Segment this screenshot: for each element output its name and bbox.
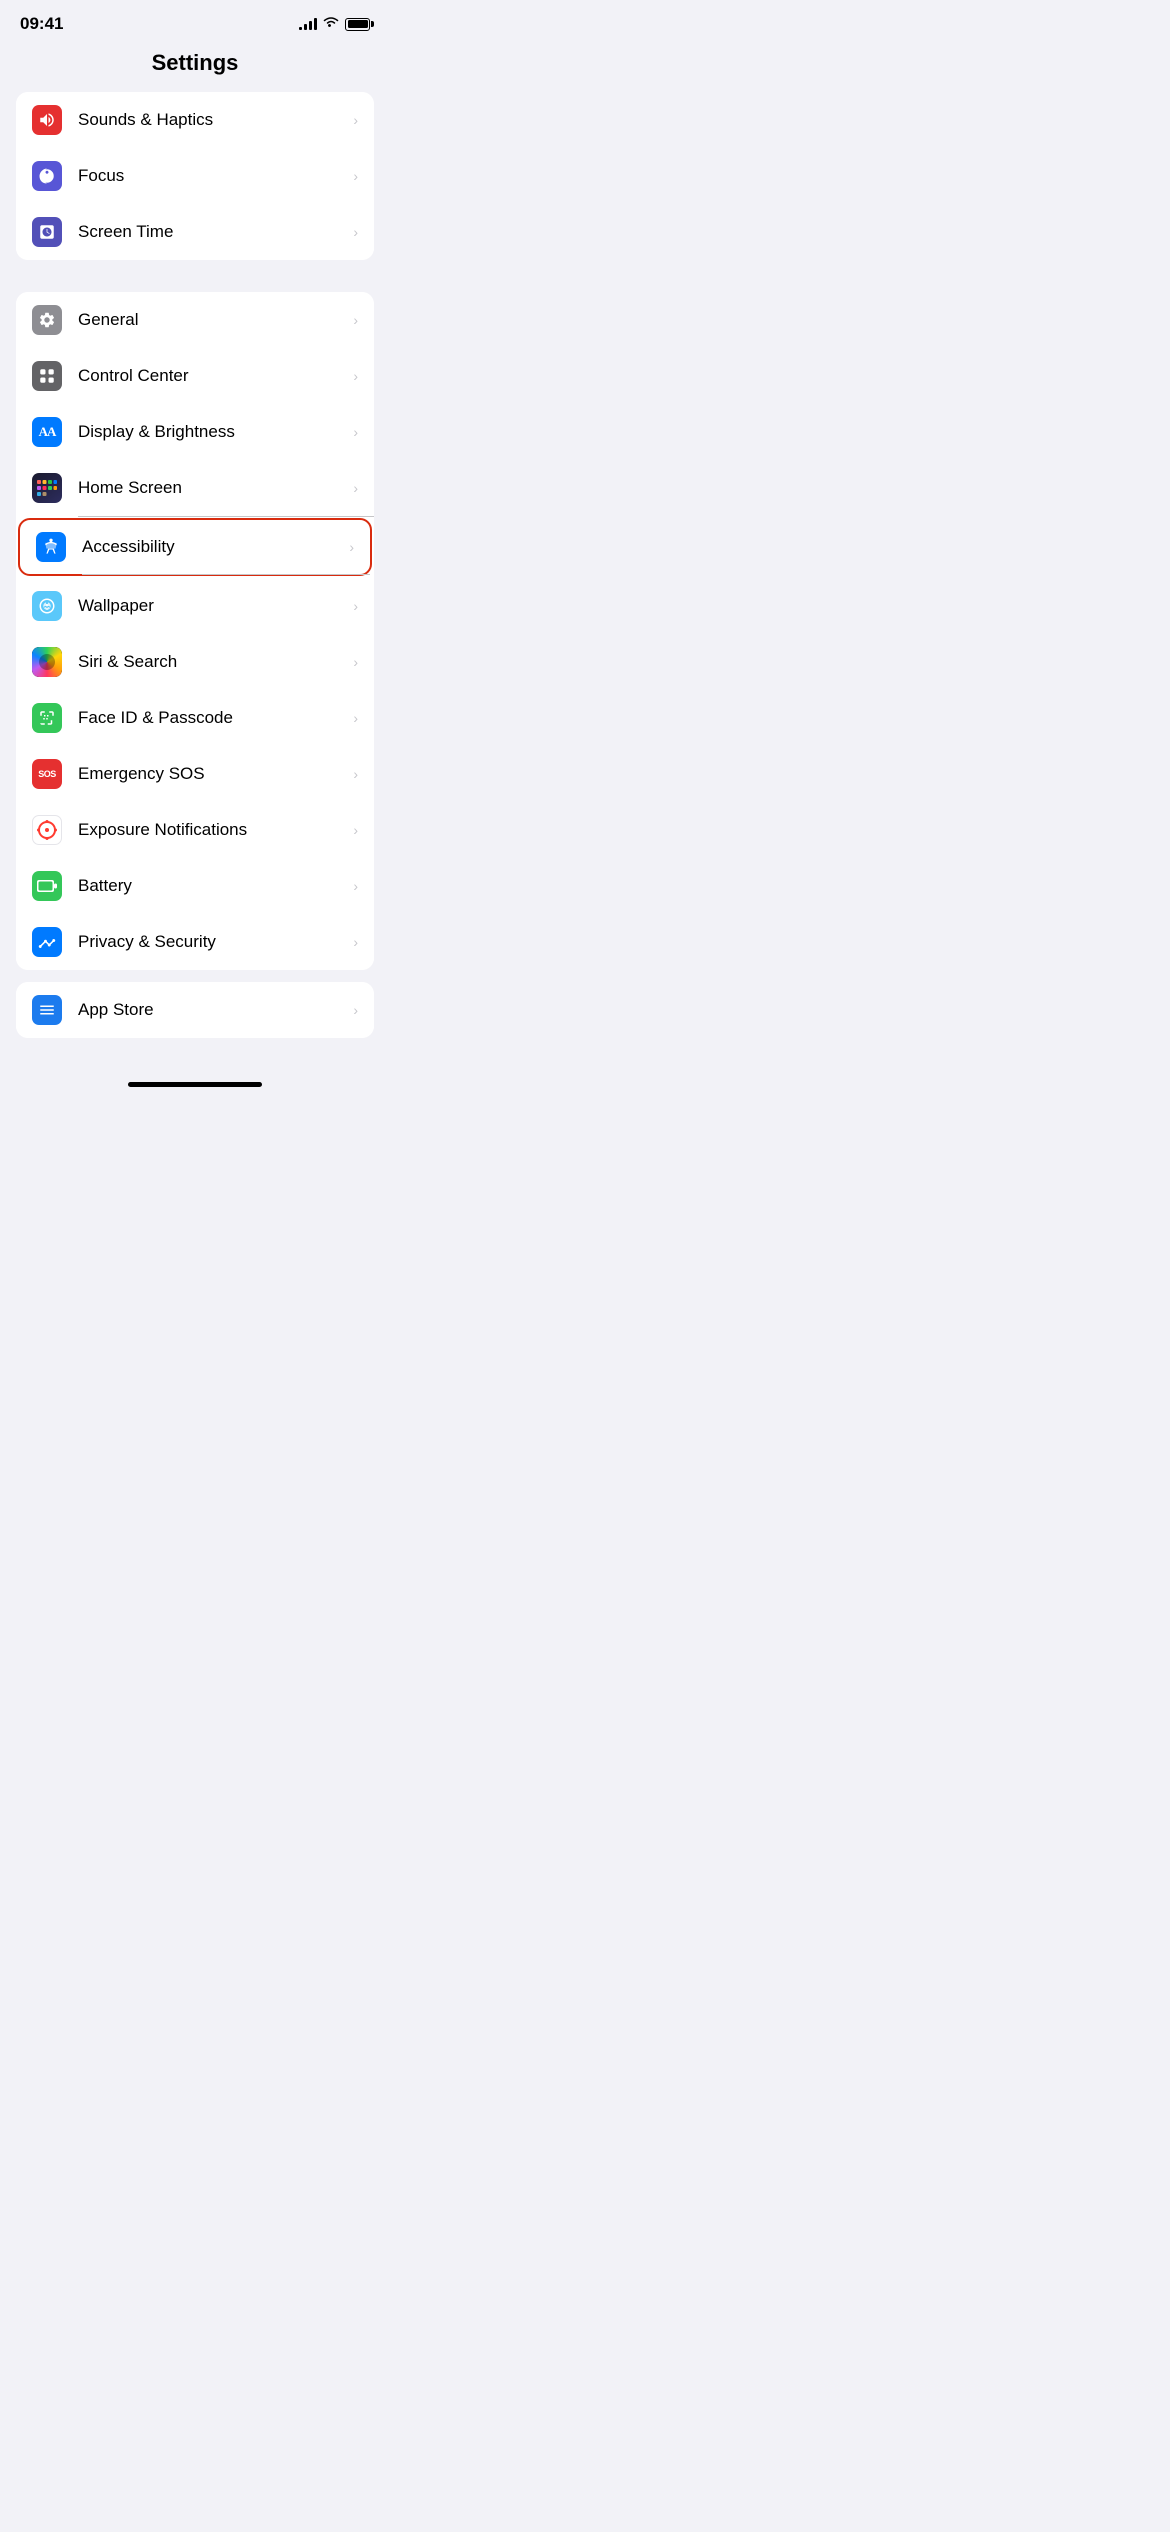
accessibility-label: Accessibility bbox=[82, 537, 349, 557]
face-id-label: Face ID & Passcode bbox=[78, 708, 353, 728]
accessibility-chevron: › bbox=[349, 539, 354, 555]
app-store-chevron: › bbox=[353, 1002, 358, 1018]
sounds-haptics-icon bbox=[32, 105, 62, 135]
wallpaper-chevron: › bbox=[353, 598, 358, 614]
home-screen-chevron: › bbox=[353, 480, 358, 496]
screen-time-icon bbox=[32, 217, 62, 247]
battery-label: Battery bbox=[78, 876, 353, 896]
wallpaper-label: Wallpaper bbox=[78, 596, 353, 616]
general-chevron: › bbox=[353, 312, 358, 328]
settings-row-screen-time[interactable]: Screen Time › bbox=[16, 204, 374, 260]
settings-row-app-store[interactable]: App Store › bbox=[16, 982, 374, 1038]
wifi-icon bbox=[323, 15, 339, 33]
status-bar: 09:41 bbox=[0, 0, 390, 42]
wallpaper-icon bbox=[32, 591, 62, 621]
siri-search-chevron: › bbox=[353, 654, 358, 670]
status-time: 09:41 bbox=[20, 14, 63, 34]
sounds-haptics-chevron: › bbox=[353, 112, 358, 128]
emergency-sos-label: Emergency SOS bbox=[78, 764, 353, 784]
settings-row-sounds-haptics[interactable]: Sounds & Haptics › bbox=[16, 92, 374, 148]
emergency-sos-icon: SOS bbox=[32, 759, 62, 789]
screen-time-chevron: › bbox=[353, 224, 358, 240]
home-bar-container bbox=[0, 1058, 390, 1112]
settings-group-1: Sounds & Haptics › Focus › Screen Time › bbox=[16, 92, 374, 260]
signal-icon bbox=[299, 18, 317, 30]
privacy-security-icon bbox=[32, 927, 62, 957]
settings-row-emergency-sos[interactable]: SOS Emergency SOS › bbox=[16, 746, 374, 802]
exposure-label: Exposure Notifications bbox=[78, 820, 353, 840]
settings-row-display-brightness[interactable]: AA Display & Brightness › bbox=[16, 404, 374, 460]
display-brightness-label: Display & Brightness bbox=[78, 422, 353, 442]
home-screen-icon bbox=[32, 473, 62, 503]
privacy-security-chevron: › bbox=[353, 934, 358, 950]
settings-row-wallpaper[interactable]: Wallpaper › bbox=[16, 578, 374, 634]
status-icons bbox=[299, 15, 370, 33]
home-screen-label: Home Screen bbox=[78, 478, 353, 498]
page-title: Settings bbox=[20, 50, 370, 76]
accessibility-icon bbox=[36, 532, 66, 562]
page-title-container: Settings bbox=[0, 42, 390, 92]
focus-label: Focus bbox=[78, 166, 353, 186]
face-id-icon bbox=[32, 703, 62, 733]
settings-row-general[interactable]: General › bbox=[16, 292, 374, 348]
siri-icon bbox=[32, 647, 62, 677]
focus-icon bbox=[32, 161, 62, 191]
exposure-icon bbox=[32, 815, 62, 845]
settings-row-control-center[interactable]: Control Center › bbox=[16, 348, 374, 404]
settings-row-home-screen[interactable]: Home Screen › bbox=[16, 460, 374, 516]
display-brightness-icon: AA bbox=[32, 417, 62, 447]
app-store-label: App Store bbox=[78, 1000, 353, 1020]
control-center-label: Control Center bbox=[78, 366, 353, 386]
privacy-security-label: Privacy & Security bbox=[78, 932, 353, 952]
siri-search-label: Siri & Search bbox=[78, 652, 353, 672]
settings-row-face-id[interactable]: Face ID & Passcode › bbox=[16, 690, 374, 746]
settings-row-siri-search[interactable]: Siri & Search › bbox=[16, 634, 374, 690]
battery-icon bbox=[32, 871, 62, 901]
focus-chevron: › bbox=[353, 168, 358, 184]
settings-row-exposure[interactable]: Exposure Notifications › bbox=[16, 802, 374, 858]
settings-group-2: General › Control Center › AA Display & … bbox=[16, 292, 374, 970]
settings-row-focus[interactable]: Focus › bbox=[16, 148, 374, 204]
general-icon bbox=[32, 305, 62, 335]
settings-row-privacy-security[interactable]: Privacy & Security › bbox=[16, 914, 374, 970]
battery-status-icon bbox=[345, 18, 370, 31]
sounds-haptics-label: Sounds & Haptics bbox=[78, 110, 353, 130]
settings-group-3: App Store › bbox=[16, 982, 374, 1038]
settings-row-accessibility[interactable]: Accessibility › bbox=[18, 518, 372, 576]
control-center-icon bbox=[32, 361, 62, 391]
app-store-icon bbox=[32, 995, 62, 1025]
general-label: General bbox=[78, 310, 353, 330]
display-brightness-chevron: › bbox=[353, 424, 358, 440]
screen-time-label: Screen Time bbox=[78, 222, 353, 242]
battery-chevron: › bbox=[353, 878, 358, 894]
control-center-chevron: › bbox=[353, 368, 358, 384]
home-bar bbox=[128, 1082, 262, 1087]
exposure-chevron: › bbox=[353, 822, 358, 838]
face-id-chevron: › bbox=[353, 710, 358, 726]
settings-row-battery[interactable]: Battery › bbox=[16, 858, 374, 914]
emergency-sos-chevron: › bbox=[353, 766, 358, 782]
